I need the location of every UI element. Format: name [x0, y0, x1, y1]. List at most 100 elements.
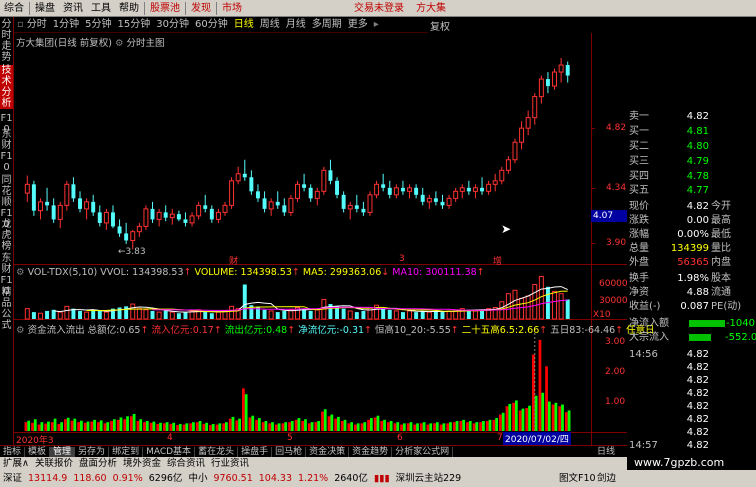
menu-item-2[interactable]: 资讯 [59, 0, 87, 17]
tf-4[interactable]: 30分钟 [153, 17, 192, 32]
info-subtab-2[interactable]: 盘面分析 [76, 457, 120, 470]
index-sh-label[interactable]: 深证 [0, 470, 25, 487]
tf-10[interactable]: 更多 [345, 17, 371, 32]
settings-gear-icon[interactable]: ⚙ [115, 38, 124, 49]
buy3-label: 买三 [629, 156, 649, 167]
marker-increase[interactable]: 增 [493, 254, 502, 267]
volume-value: 134398.53 [240, 267, 292, 278]
volume-bar-down [282, 310, 287, 319]
flow-bar-in [110, 421, 113, 431]
candle-body-up [472, 187, 478, 192]
buy4-value: 4.78 [686, 171, 709, 182]
info-subtab-1[interactable]: 关联报价 [32, 457, 76, 470]
candle-body-up [525, 117, 531, 129]
tick-row: 4.82 [627, 361, 756, 374]
pct-label: 涨幅 [629, 229, 649, 240]
flow-bar-in [24, 422, 28, 431]
flow-bar-out [389, 421, 393, 431]
flow-out-value: 0.48 [266, 325, 288, 336]
volume-bar-down [361, 310, 366, 319]
menu-tab-0[interactable]: 股票池 [146, 0, 184, 17]
tf-1[interactable]: 1分钟 [50, 17, 82, 32]
flow-bar-in [360, 423, 364, 431]
flow-bar-out [317, 421, 321, 431]
flow-bar-out [363, 422, 367, 431]
flow-bar-out [323, 409, 327, 431]
flow-bar-out [80, 420, 83, 431]
info-subtab-4[interactable]: 综合资讯 [164, 457, 208, 470]
flow-bar-in [156, 423, 160, 431]
menu-item-0[interactable]: 综合 [0, 0, 28, 17]
volume-bar-up [499, 301, 505, 320]
tf-9[interactable]: 多周期 [309, 17, 345, 32]
flow-bar-out [225, 422, 228, 431]
tf-6-active[interactable]: 日线 [231, 17, 257, 32]
quote-row-outer: 外盘 56365 内盘 [627, 256, 756, 269]
candle-body-down [163, 212, 168, 218]
restore-label[interactable]: 复权 [430, 18, 450, 33]
flow-settings-icon[interactable]: ⚙ [16, 325, 25, 336]
flow-bar-out [257, 418, 261, 431]
flow-bar-in [485, 421, 489, 431]
side-link[interactable]: 剑边 [594, 470, 619, 487]
candle-body-up [393, 187, 399, 196]
candle-body-down [545, 79, 550, 87]
vtab-intraday[interactable]: 分时走势 [0, 19, 13, 63]
flow-bar-out [198, 421, 202, 431]
flow-bar-out [264, 421, 268, 431]
tf-3[interactable]: 15分钟 [115, 17, 154, 32]
menu-item-3[interactable]: 工具 [87, 0, 115, 17]
tf-5[interactable]: 60分钟 [192, 17, 231, 32]
f10-link[interactable]: 图文F10 [556, 470, 599, 487]
vol-settings-icon[interactable]: ⚙ [16, 267, 25, 278]
flow-bar-out [554, 402, 558, 431]
menu-tab-2[interactable]: 市场 [218, 0, 246, 17]
flow-bar-in [70, 420, 74, 431]
candle-body-up [519, 127, 525, 143]
tf-2[interactable]: 5分钟 [82, 17, 114, 32]
marker-three[interactable]: 3 [399, 254, 405, 264]
tf-0[interactable]: 分时 [24, 17, 50, 32]
volume-bar-up [426, 311, 432, 320]
flow-bar-in [57, 423, 61, 431]
buy4-label: 买四 [629, 171, 649, 182]
tf-8[interactable]: 月线 [283, 17, 309, 32]
candle-body-up [136, 225, 142, 233]
tick-time: 14:56 [629, 349, 658, 360]
index-sh-change: 118.60 [73, 473, 107, 484]
tf-7[interactable]: 周线 [257, 17, 283, 32]
volume-bar-down [209, 313, 214, 319]
trade-status-link[interactable]: 交易未登录 [350, 0, 408, 17]
candle-body-down [71, 184, 76, 199]
candle-body-down [381, 184, 386, 188]
vtab-formulas[interactable]: 精品公式 [0, 287, 13, 331]
vtab-east-f10[interactable]: 东财F10 [0, 129, 13, 173]
candle-body-up [558, 64, 564, 73]
marker-finance[interactable]: 财 [229, 254, 238, 267]
flow-bar-in [466, 422, 469, 431]
menu-item-4[interactable]: 帮助 [115, 0, 143, 17]
vtab-dragon-tiger[interactable]: 龙虎榜 [0, 219, 13, 252]
flow-bar-in [433, 423, 436, 431]
index-sz-label[interactable]: 中小 [185, 470, 210, 487]
low-price-label: ←3.83 [118, 247, 146, 257]
flow-bar-in [103, 423, 107, 431]
candle-body-up [459, 187, 465, 192]
flow-bar-out [409, 422, 413, 431]
candle-body-down [110, 212, 115, 227]
quote-row-buy1: 买一 4.81 [627, 125, 756, 138]
more-arrow-icon[interactable]: ▸ [371, 17, 379, 32]
flow-bar-in [129, 416, 133, 431]
info-subtab-3[interactable]: 境外资金 [120, 457, 164, 470]
info-subtab-0[interactable]: 扩展∧ [0, 457, 32, 470]
flow-out-label: 流出亿元 [224, 325, 263, 336]
vtab-technical[interactable]: 技术分析 [0, 65, 13, 109]
flow-bar-in [288, 422, 291, 431]
info-subtab-5[interactable]: 行业资讯 [208, 457, 252, 470]
menu-tab-1[interactable]: 发现 [187, 0, 215, 17]
flow-bar-in [538, 339, 542, 431]
arrow-left-icon: ← [118, 247, 126, 257]
flow-bar-in [512, 402, 515, 431]
server-station[interactable]: 深圳云主站229 [393, 470, 465, 487]
menu-item-1[interactable]: 操盘 [31, 0, 59, 17]
